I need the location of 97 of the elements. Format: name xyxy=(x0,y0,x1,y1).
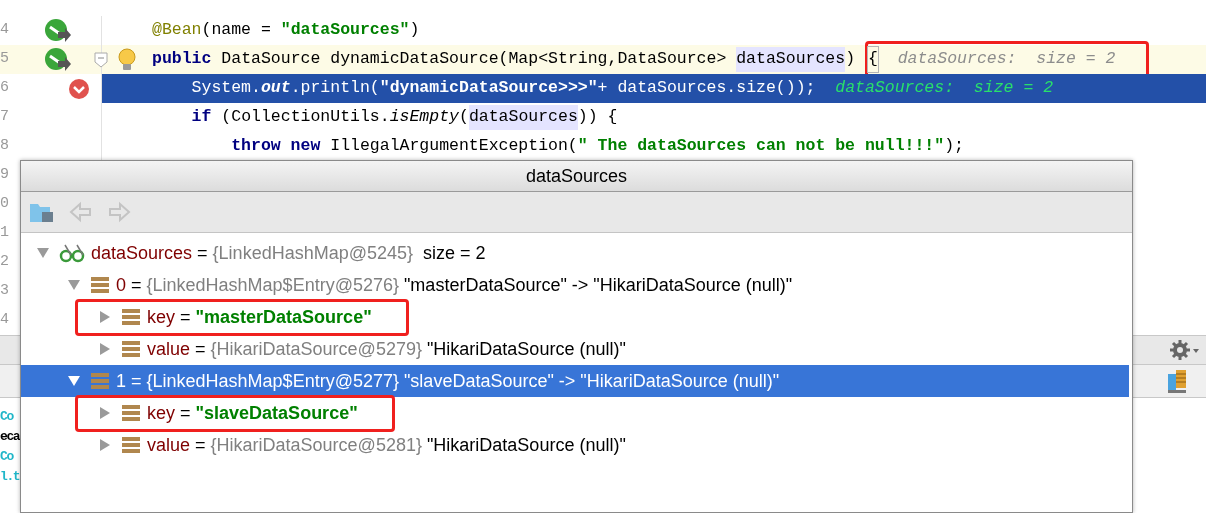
object-reference: {LinkedHashMap$Entry@5276} xyxy=(146,273,399,297)
code-token: + dataSources.size()); xyxy=(597,77,817,100)
tree-row[interactable]: 1 = {LinkedHashMap$Entry@5277} "slaveDataSource" -> "HikariDataSource (null)" xyxy=(21,365,1129,397)
breakpoint-icon[interactable] xyxy=(68,77,90,100)
expand-toggle-icon[interactable] xyxy=(99,407,111,419)
code-token: { xyxy=(867,47,878,72)
variable-name: dataSources xyxy=(91,241,193,265)
field-icon xyxy=(121,403,141,423)
variable-name: key xyxy=(147,305,175,329)
line-number: 7 xyxy=(0,107,10,128)
line-number: 8 xyxy=(0,136,10,157)
object-reference: {LinkedHashMap@5245} xyxy=(212,241,413,265)
code-token: ) xyxy=(409,19,420,42)
code-token: dataSources xyxy=(468,105,578,130)
variable-value: "HikariDataSource (null)" xyxy=(426,337,626,361)
console-text: Co xyxy=(0,409,13,424)
line-number: 9 xyxy=(0,165,10,186)
bean-icon[interactable] xyxy=(44,17,72,44)
line-number: 4 xyxy=(0,310,10,331)
variable-value: "slaveDataSource" xyxy=(195,401,358,425)
variable-value: "slaveDataSource" -> "HikariDataSource (null)" xyxy=(404,369,780,393)
code-token: isEmpty xyxy=(389,106,459,129)
code-token: out xyxy=(260,77,291,100)
variable-value: "masterDataSource" -> "HikariDataSource (null)" xyxy=(404,273,793,297)
code-token: ( xyxy=(458,106,469,129)
line-number: 6 xyxy=(0,78,10,99)
field-icon xyxy=(121,339,141,359)
equals-sign: = xyxy=(195,337,206,361)
line-number: 1 xyxy=(0,223,10,244)
object-reference: {HikariDataSource@5281} xyxy=(210,433,422,457)
variable-name: value xyxy=(147,433,191,457)
settings-icon[interactable] xyxy=(1170,339,1200,361)
object-reference: {LinkedHashMap$Entry@5277} xyxy=(146,369,399,393)
collapse-toggle-icon[interactable] xyxy=(68,279,80,291)
field-icon xyxy=(90,275,110,295)
code-token: System. xyxy=(190,77,261,100)
fold-icon[interactable] xyxy=(94,51,108,68)
equals-sign: = xyxy=(180,305,191,329)
line-number: 0 xyxy=(0,194,10,215)
code-token: )) { xyxy=(577,106,618,129)
console-text: Co xyxy=(0,449,13,464)
tree-row[interactable]: value = {HikariDataSource@5281} "HikariDataSource (null)" xyxy=(21,429,1129,461)
tree-row[interactable]: key = "masterDataSource" xyxy=(21,301,1129,333)
code-token: (name = xyxy=(201,19,272,42)
field-icon xyxy=(121,435,141,455)
code-token: throw new xyxy=(230,135,321,158)
back-arrow-icon[interactable] xyxy=(69,201,93,223)
variable-value: size = 2 xyxy=(422,241,486,265)
variable-name: value xyxy=(147,337,191,361)
bean-icon[interactable] xyxy=(44,46,72,73)
variable-name: 1 xyxy=(116,369,126,393)
expand-toggle-icon[interactable] xyxy=(99,343,111,355)
popup-title: dataSources xyxy=(525,166,628,186)
variable-value: "masterDataSource" xyxy=(195,305,372,329)
code-token: IllegalArgumentException( xyxy=(329,135,578,158)
collapse-toggle-icon[interactable] xyxy=(68,375,80,387)
equals-sign: = xyxy=(180,401,191,425)
collapse-toggle-icon[interactable] xyxy=(37,247,49,259)
code-token: ) xyxy=(845,48,857,71)
tree-row[interactable]: key = "slaveDataSource" xyxy=(21,397,1129,429)
code-token: if xyxy=(190,106,212,129)
line-number: 2 xyxy=(0,252,10,273)
code-token: " The dataSources can not be null!!!" xyxy=(577,135,945,158)
equals-sign: = xyxy=(131,273,142,297)
code-token: @Bean xyxy=(152,19,202,42)
code-token: DataSource dynamicDataSource(Map<String,DataSource> xyxy=(220,48,728,71)
code-token: (CollectionUtils. xyxy=(220,106,390,129)
expand-toggle-icon[interactable] xyxy=(99,439,111,451)
code-token: "dynamicDataSource>>>" xyxy=(379,77,598,100)
object-reference: {HikariDataSource@5279} xyxy=(210,337,422,361)
console-text: eca xyxy=(0,429,20,444)
code-token: public xyxy=(152,48,212,71)
equals-sign: = xyxy=(195,433,206,457)
code-token: .println( xyxy=(290,77,380,100)
code-token: "dataSources" xyxy=(280,19,410,42)
code-token: dataSources xyxy=(736,47,846,72)
console-text: l.t xyxy=(0,469,20,484)
tree-row[interactable]: dataSources = {LinkedHashMap@5245} size = 2 xyxy=(21,237,1129,269)
lightbulb-icon[interactable] xyxy=(118,47,136,72)
line-number: 4 xyxy=(0,20,10,41)
forward-arrow-icon[interactable] xyxy=(107,201,131,223)
inline-value-hint: dataSources: size = 2 xyxy=(896,48,1116,71)
equals-sign: = xyxy=(197,241,208,265)
variable-name: 0 xyxy=(116,273,126,297)
expand-toggle-icon[interactable] xyxy=(99,311,111,323)
line-number: 5 xyxy=(0,49,10,70)
code-token: ); xyxy=(944,135,964,158)
field-icon xyxy=(121,307,141,327)
tree-row[interactable]: value = {HikariDataSource@5279} "HikariDataSource (null)" xyxy=(21,333,1129,365)
variable-name: key xyxy=(147,401,175,425)
field-icon xyxy=(90,371,110,391)
glasses-icon xyxy=(59,243,85,263)
tree-row[interactable]: 0 = {LinkedHashMap$Entry@5276} "masterDataSource" -> "HikariDataSource (null)" xyxy=(21,269,1129,301)
line-number: 3 xyxy=(0,281,10,302)
equals-sign: = xyxy=(131,369,142,393)
inline-value-hint: dataSources: size = 2 xyxy=(835,77,1054,100)
variable-value: "HikariDataSource (null)" xyxy=(426,433,626,457)
